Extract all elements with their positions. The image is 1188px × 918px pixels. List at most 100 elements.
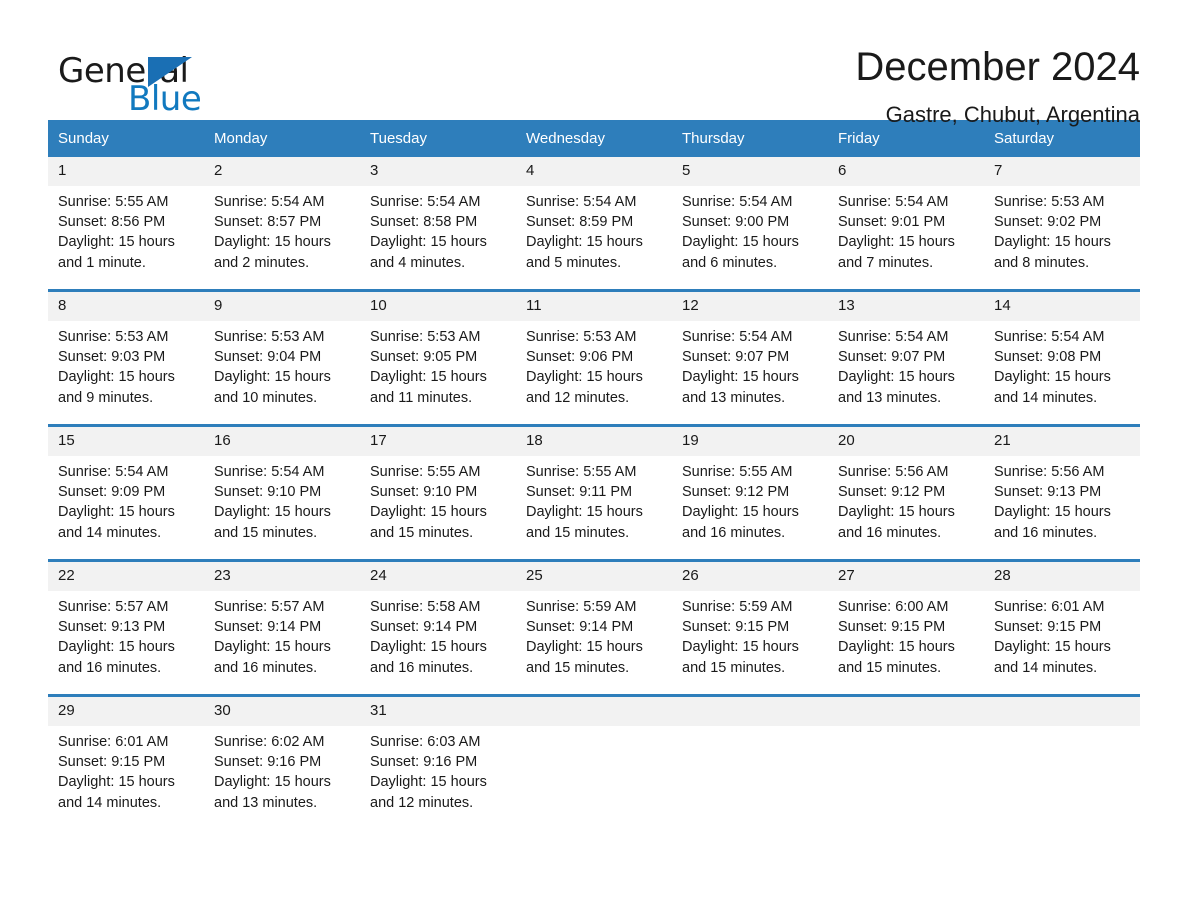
daylight-text-line2: and 16 minutes. [370, 659, 474, 676]
day-info: Sunrise: 6:00 AM Sunset: 9:15 PM Dayligh… [828, 591, 984, 678]
calendar-day-cell[interactable]: 25 Sunrise: 5:59 AM Sunset: 9:14 PM Dayl… [516, 559, 672, 696]
calendar-day-cell[interactable]: 30 Sunrise: 6:02 AM Sunset: 9:16 PM Dayl… [204, 694, 360, 829]
calendar-day-cell[interactable]: 14 Sunrise: 5:54 AM Sunset: 9:08 PM Dayl… [984, 289, 1140, 426]
sunrise-text: Sunrise: 5:54 AM [682, 194, 793, 210]
sunset-text: Sunset: 9:15 PM [838, 619, 946, 636]
daylight-text-line1: Daylight: 15 hours [838, 639, 955, 656]
sunrise-text: Sunrise: 5:54 AM [526, 194, 637, 210]
daylight-text-line2: and 7 minutes. [838, 254, 934, 271]
sunset-text: Sunset: 9:16 PM [214, 754, 322, 771]
calendar-day-cell[interactable]: 21 Sunrise: 5:56 AM Sunset: 9:13 PM Dayl… [984, 424, 1140, 561]
day-number: 16 [204, 427, 360, 456]
calendar-day-cell[interactable]: 15 Sunrise: 5:54 AM Sunset: 9:09 PM Dayl… [48, 424, 204, 561]
daylight-text-line2: and 15 minutes. [526, 524, 630, 541]
calendar-day-cell[interactable]: 5 Sunrise: 5:54 AM Sunset: 9:00 PM Dayli… [672, 157, 828, 291]
daylight-text-line2: and 13 minutes. [214, 794, 318, 811]
calendar-day-cell[interactable]: 16 Sunrise: 5:54 AM Sunset: 9:10 PM Dayl… [204, 424, 360, 561]
sunrise-text: Sunrise: 5:57 AM [214, 599, 325, 615]
day-number: 15 [48, 427, 204, 456]
day-number: 18 [516, 427, 672, 456]
sunset-text: Sunset: 9:00 PM [682, 214, 790, 231]
daylight-text-line1: Daylight: 15 hours [58, 234, 175, 251]
calendar-day-cell[interactable]: 11 Sunrise: 5:53 AM Sunset: 9:06 PM Dayl… [516, 289, 672, 426]
calendar-day-cell[interactable]: 10 Sunrise: 5:53 AM Sunset: 9:05 PM Dayl… [360, 289, 516, 426]
sunset-text: Sunset: 9:11 PM [526, 484, 633, 501]
daylight-text-line1: Daylight: 15 hours [838, 369, 955, 386]
sunrise-text: Sunrise: 5:53 AM [214, 329, 325, 345]
day-info: Sunrise: 6:03 AM Sunset: 9:16 PM Dayligh… [360, 726, 516, 813]
sunrise-text: Sunrise: 6:00 AM [838, 599, 949, 615]
sunrise-text: Sunrise: 5:54 AM [370, 194, 481, 210]
day-info: Sunrise: 5:55 AM Sunset: 9:11 PM Dayligh… [516, 456, 672, 543]
calendar-day-cell[interactable]: 12 Sunrise: 5:54 AM Sunset: 9:07 PM Dayl… [672, 289, 828, 426]
day-number: 2 [204, 157, 360, 186]
daylight-text-line2: and 14 minutes. [58, 794, 162, 811]
calendar-day-cell[interactable]: 17 Sunrise: 5:55 AM Sunset: 9:10 PM Dayl… [360, 424, 516, 561]
calendar-day-cell[interactable]: 18 Sunrise: 5:55 AM Sunset: 9:11 PM Dayl… [516, 424, 672, 561]
day-info: Sunrise: 5:54 AM Sunset: 8:57 PM Dayligh… [204, 186, 360, 273]
daylight-text-line2: and 16 minutes. [994, 524, 1098, 541]
daylight-text-line2: and 14 minutes. [994, 659, 1098, 676]
daylight-text-line2: and 5 minutes. [526, 254, 622, 271]
sunrise-text: Sunrise: 5:54 AM [838, 194, 949, 210]
sunrise-text: Sunrise: 5:58 AM [370, 599, 481, 615]
sunset-text: Sunset: 8:59 PM [526, 214, 634, 231]
day-info: Sunrise: 5:56 AM Sunset: 9:12 PM Dayligh… [828, 456, 984, 543]
day-info: Sunrise: 5:54 AM Sunset: 9:10 PM Dayligh… [204, 456, 360, 543]
calendar-day-cell[interactable]: 20 Sunrise: 5:56 AM Sunset: 9:12 PM Dayl… [828, 424, 984, 561]
calendar-day-cell[interactable]: 31 Sunrise: 6:03 AM Sunset: 9:16 PM Dayl… [360, 694, 516, 829]
generalblue-logo[interactable]: General Blue [48, 42, 202, 116]
daylight-text-line2: and 9 minutes. [58, 389, 154, 406]
calendar-day-cell[interactable]: 3 Sunrise: 5:54 AM Sunset: 8:58 PM Dayli… [360, 157, 516, 291]
day-info: Sunrise: 5:54 AM Sunset: 9:09 PM Dayligh… [48, 456, 204, 543]
day-info: Sunrise: 5:54 AM Sunset: 9:07 PM Dayligh… [828, 321, 984, 408]
sunset-text: Sunset: 9:12 PM [682, 484, 790, 501]
daylight-text-line1: Daylight: 15 hours [682, 504, 799, 521]
calendar-day-cell[interactable]: 28 Sunrise: 6:01 AM Sunset: 9:15 PM Dayl… [984, 559, 1140, 696]
calendar-day-cell[interactable]: 13 Sunrise: 5:54 AM Sunset: 9:07 PM Dayl… [828, 289, 984, 426]
day-info: Sunrise: 5:57 AM Sunset: 9:14 PM Dayligh… [204, 591, 360, 678]
day-number: 22 [48, 562, 204, 591]
calendar-day-cell[interactable]: 7 Sunrise: 5:53 AM Sunset: 9:02 PM Dayli… [984, 157, 1140, 291]
daylight-text-line2: and 12 minutes. [370, 794, 474, 811]
sunrise-text: Sunrise: 5:54 AM [994, 329, 1105, 345]
calendar-day-cell[interactable]: 9 Sunrise: 5:53 AM Sunset: 9:04 PM Dayli… [204, 289, 360, 426]
calendar-week-row: 22 Sunrise: 5:57 AM Sunset: 9:13 PM Dayl… [48, 559, 1140, 696]
calendar-day-cell[interactable]: 2 Sunrise: 5:54 AM Sunset: 8:57 PM Dayli… [204, 157, 360, 291]
calendar-day-cell[interactable]: 22 Sunrise: 5:57 AM Sunset: 9:13 PM Dayl… [48, 559, 204, 696]
sunset-text: Sunset: 9:02 PM [994, 214, 1102, 231]
calendar-day-cell[interactable]: 8 Sunrise: 5:53 AM Sunset: 9:03 PM Dayli… [48, 289, 204, 426]
daylight-text-line1: Daylight: 15 hours [682, 234, 799, 251]
calendar-day-cell[interactable]: 4 Sunrise: 5:54 AM Sunset: 8:59 PM Dayli… [516, 157, 672, 291]
day-number: 24 [360, 562, 516, 591]
day-info: Sunrise: 5:53 AM Sunset: 9:04 PM Dayligh… [204, 321, 360, 408]
sunset-text: Sunset: 9:15 PM [994, 619, 1102, 636]
calendar-day-cell-empty [984, 694, 1140, 829]
title-block: December 2024 Gastre, Chubut, Argentina [198, 42, 1140, 130]
calendar-day-cell[interactable]: 29 Sunrise: 6:01 AM Sunset: 9:15 PM Dayl… [48, 694, 204, 829]
day-number [828, 697, 984, 726]
day-number: 9 [204, 292, 360, 321]
day-number: 13 [828, 292, 984, 321]
calendar-day-cell[interactable]: 26 Sunrise: 5:59 AM Sunset: 9:15 PM Dayl… [672, 559, 828, 696]
day-number: 17 [360, 427, 516, 456]
daylight-text-line1: Daylight: 15 hours [370, 639, 487, 656]
calendar-day-cell[interactable]: 24 Sunrise: 5:58 AM Sunset: 9:14 PM Dayl… [360, 559, 516, 696]
daylight-text-line2: and 1 minute. [58, 254, 146, 271]
sunrise-text: Sunrise: 5:57 AM [58, 599, 169, 615]
day-number: 28 [984, 562, 1140, 591]
calendar-day-cell[interactable]: 6 Sunrise: 5:54 AM Sunset: 9:01 PM Dayli… [828, 157, 984, 291]
calendar-day-cell[interactable]: 23 Sunrise: 5:57 AM Sunset: 9:14 PM Dayl… [204, 559, 360, 696]
calendar-day-cell-empty [672, 694, 828, 829]
day-number: 8 [48, 292, 204, 321]
calendar-day-cell[interactable]: 1 Sunrise: 5:55 AM Sunset: 8:56 PM Dayli… [48, 157, 204, 291]
sunrise-text: Sunrise: 5:56 AM [838, 464, 949, 480]
daylight-text-line1: Daylight: 15 hours [214, 639, 331, 656]
daylight-text-line2: and 15 minutes. [370, 524, 474, 541]
sunset-text: Sunset: 9:14 PM [370, 619, 478, 636]
calendar-day-cell[interactable]: 27 Sunrise: 6:00 AM Sunset: 9:15 PM Dayl… [828, 559, 984, 696]
daylight-text-line2: and 2 minutes. [214, 254, 310, 271]
daylight-text-line1: Daylight: 15 hours [370, 774, 487, 791]
daylight-text-line1: Daylight: 15 hours [214, 504, 331, 521]
calendar-day-cell[interactable]: 19 Sunrise: 5:55 AM Sunset: 9:12 PM Dayl… [672, 424, 828, 561]
